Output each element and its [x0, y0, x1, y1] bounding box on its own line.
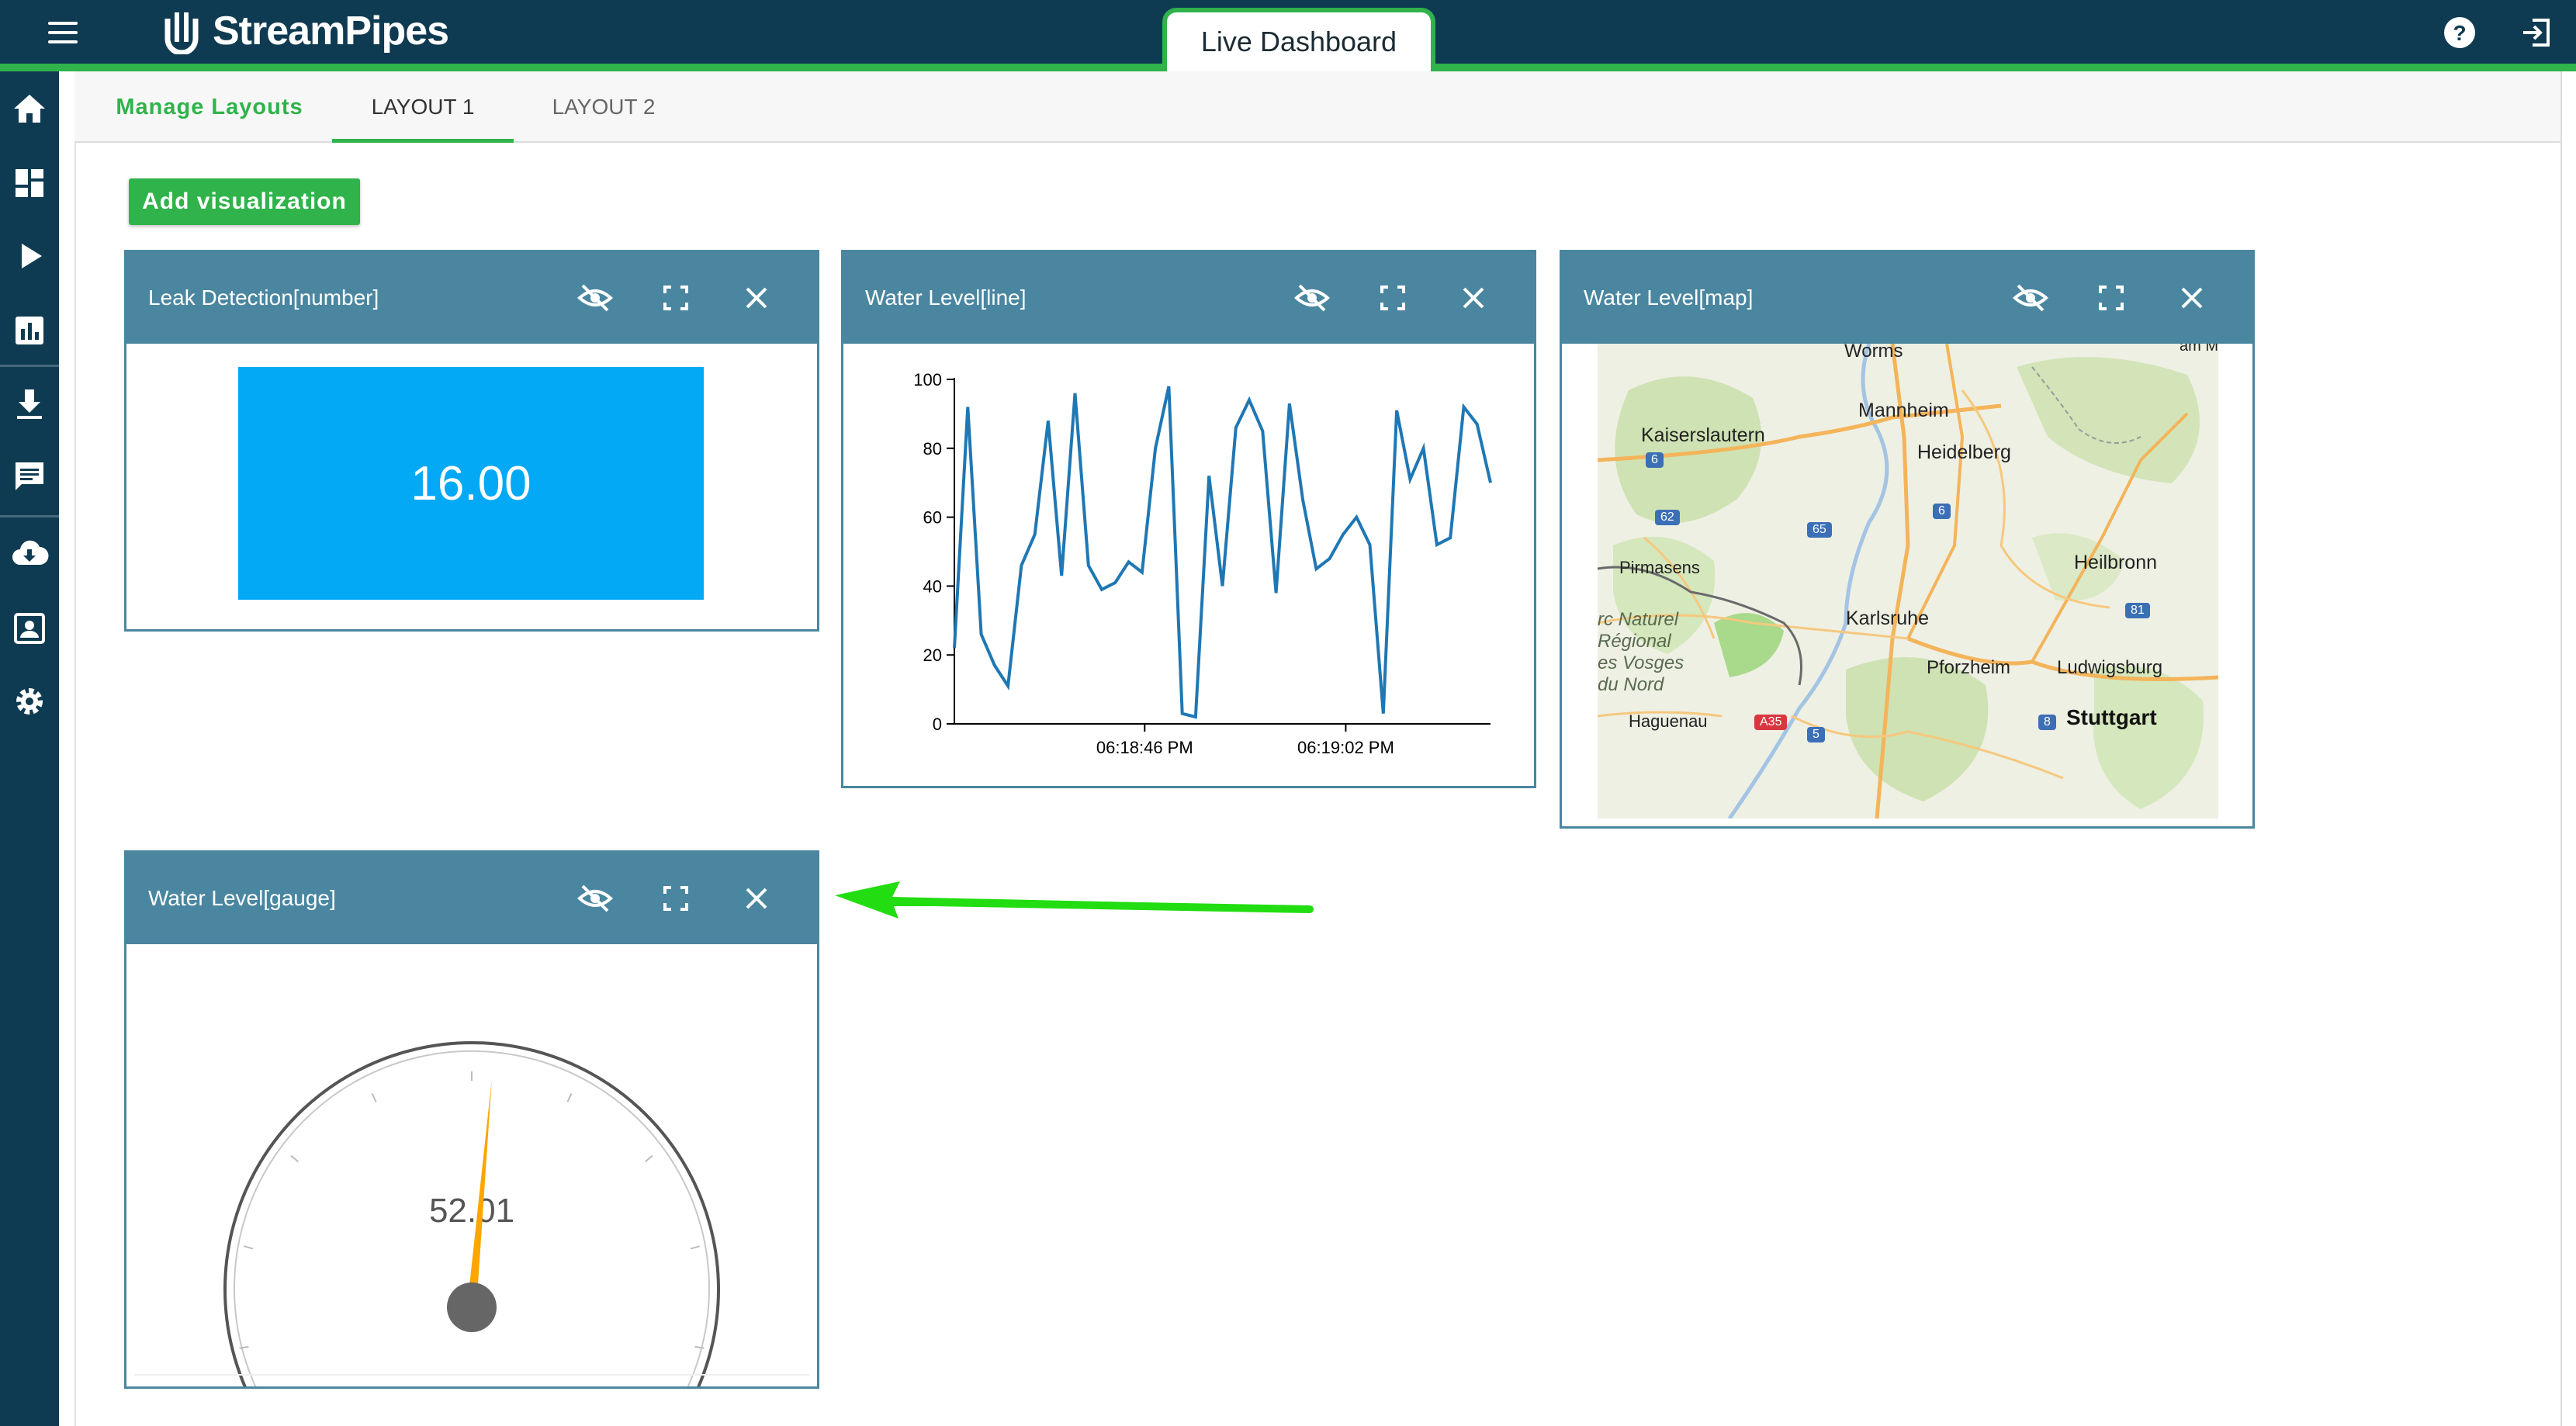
fullscreen-icon[interactable] [657, 279, 694, 317]
gauge-tick [290, 1154, 299, 1163]
y-tick-label: 20 [923, 646, 942, 665]
fullscreen-icon[interactable] [2093, 279, 2130, 317]
map-label: Karlsruhe [1846, 607, 1929, 629]
map-label: Pforzheim [1927, 657, 2011, 678]
bar-chart-icon[interactable] [9, 310, 50, 351]
road-shield: 8 [2038, 715, 2056, 730]
gauge-chart: 52.01 [223, 1040, 720, 1386]
map-label: du Nord [1598, 674, 1664, 695]
map-label: Heilbronn [2074, 552, 2158, 573]
live-dashboard-tab[interactable]: Live Dashboard [1162, 8, 1435, 71]
add-visualization-button[interactable]: Add visualization [129, 178, 360, 225]
y-tick-label: 0 [933, 715, 942, 734]
map-label: Ludwigsburg [2057, 657, 2163, 678]
map-label: Mannheim [1858, 400, 1949, 421]
gauge-tick [244, 1245, 254, 1250]
visibility-off-icon[interactable] [2012, 279, 2049, 317]
app-logo[interactable]: StreamPipes [160, 6, 449, 56]
sidebar-separator [0, 365, 59, 367]
logout-icon[interactable] [2517, 12, 2557, 53]
tab-layout-2[interactable]: LAYOUT 2 [514, 71, 694, 143]
x-tick-label: 06:18:46 PM [1096, 738, 1193, 757]
gauge-tick [566, 1093, 573, 1102]
widget-title: Water Level[gauge] [148, 886, 336, 910]
close-icon[interactable] [2173, 279, 2211, 317]
play-icon[interactable] [9, 236, 50, 276]
top-bar: StreamPipes Live Dashboard ? [0, 0, 2576, 71]
road-shield: 65 [1807, 522, 1832, 538]
visibility-off-icon[interactable] [1293, 279, 1331, 317]
widget-water-level-line: Water Level[line] 100 80 60 40 20 0 06:18:46 … [841, 250, 1536, 788]
help-icon[interactable]: ? [2439, 12, 2480, 53]
widget-leak-detection-number: Leak Detection[number] 16.00 [124, 250, 819, 632]
map-label: Worms [1844, 344, 1903, 362]
widget-header: Water Level[gauge] [126, 853, 817, 944]
svg-text:?: ? [2453, 21, 2466, 45]
close-icon[interactable] [738, 279, 775, 317]
map-view[interactable]: Worms Mannheim Kaiserslautern Heidelberg… [1598, 344, 2218, 819]
message-icon[interactable] [9, 456, 50, 497]
gauge-tick [690, 1245, 700, 1250]
menu-icon[interactable] [45, 17, 81, 48]
close-icon[interactable] [738, 880, 775, 917]
road-shield: 81 [2125, 603, 2150, 618]
line-chart: 100 80 60 40 20 0 06:18:46 PM 06:19:02 PM [913, 370, 1492, 757]
x-tick-label: 06:19:02 PM [1297, 738, 1394, 757]
streampipes-logo-icon [164, 12, 199, 54]
line-series-water-level [953, 386, 1492, 719]
gauge-tick [645, 1154, 653, 1163]
annotation-arrow [835, 881, 1314, 919]
download-icon[interactable] [9, 383, 50, 424]
sidebar-separator [0, 515, 59, 517]
content-right-border [2560, 71, 2562, 1426]
fullscreen-icon[interactable] [657, 880, 694, 917]
map-label: Haguenau [1629, 711, 1708, 731]
road-shield: 5 [1807, 727, 1825, 742]
sidebar [0, 71, 59, 1426]
app-name: StreamPipes [213, 9, 449, 54]
widget-header: Leak Detection[number] [126, 252, 817, 344]
map-label: Régional [1598, 631, 1671, 652]
map-label: Pirmasens [1619, 558, 1700, 577]
road-shield: A35 [1754, 715, 1788, 730]
y-tick-label: 100 [913, 370, 942, 389]
gauge-hub [447, 1282, 497, 1332]
visibility-off-icon[interactable] [576, 279, 614, 317]
home-icon[interactable] [9, 88, 50, 129]
widget-title: Water Level[map] [1584, 286, 1754, 310]
widget-title: Water Level[line] [865, 286, 1027, 310]
map-label: es Vosges [1598, 652, 1684, 673]
y-tick-label: 60 [923, 508, 942, 528]
app-root: StreamPipes Live Dashboard ? Manage Layo… [0, 0, 2576, 1426]
widget-title: Leak Detection[number] [148, 286, 379, 310]
content-left-border [74, 143, 76, 1426]
map-label: rc Naturel [1598, 609, 1679, 630]
fullscreen-icon[interactable] [1374, 279, 1411, 317]
contacts-icon[interactable] [9, 608, 50, 649]
widget-water-level-map: Water Level[map] Worms Mannheim Kaisersl… [1560, 250, 2255, 829]
dashboard-icon[interactable] [9, 163, 50, 203]
widget-water-level-gauge: Water Level[gauge] 52.01 [124, 850, 819, 1389]
cloud-download-icon[interactable] [9, 534, 50, 574]
layout-tabs-bar: Manage Layouts LAYOUT 1 LAYOUT 2 [74, 71, 2562, 143]
map-label: Heidelberg [1917, 441, 2011, 463]
widget-header: Water Level[map] [1562, 252, 2252, 344]
manage-layouts-button[interactable]: Manage Layouts [74, 71, 345, 143]
map-label: Stuttgart [2066, 705, 2157, 729]
road-shield: 6 [1933, 504, 1951, 519]
y-tick-label: 40 [923, 576, 942, 596]
tab-layout-1[interactable]: LAYOUT 1 [332, 71, 514, 143]
map-label: am M [2180, 344, 2218, 355]
map-label: Kaiserslautern [1641, 424, 1765, 446]
number-value-display: 16.00 [238, 367, 704, 600]
close-icon[interactable] [1455, 279, 1492, 317]
gauge-tick [371, 1093, 377, 1102]
widget-header: Water Level[line] [843, 252, 1534, 344]
road-shield: 62 [1655, 510, 1680, 525]
road-shield: 6 [1646, 452, 1664, 468]
visibility-off-icon[interactable] [576, 880, 614, 917]
settings-icon[interactable] [9, 681, 50, 722]
y-tick-label: 80 [923, 439, 942, 459]
gauge-value-label: 52.01 [429, 1192, 514, 1230]
